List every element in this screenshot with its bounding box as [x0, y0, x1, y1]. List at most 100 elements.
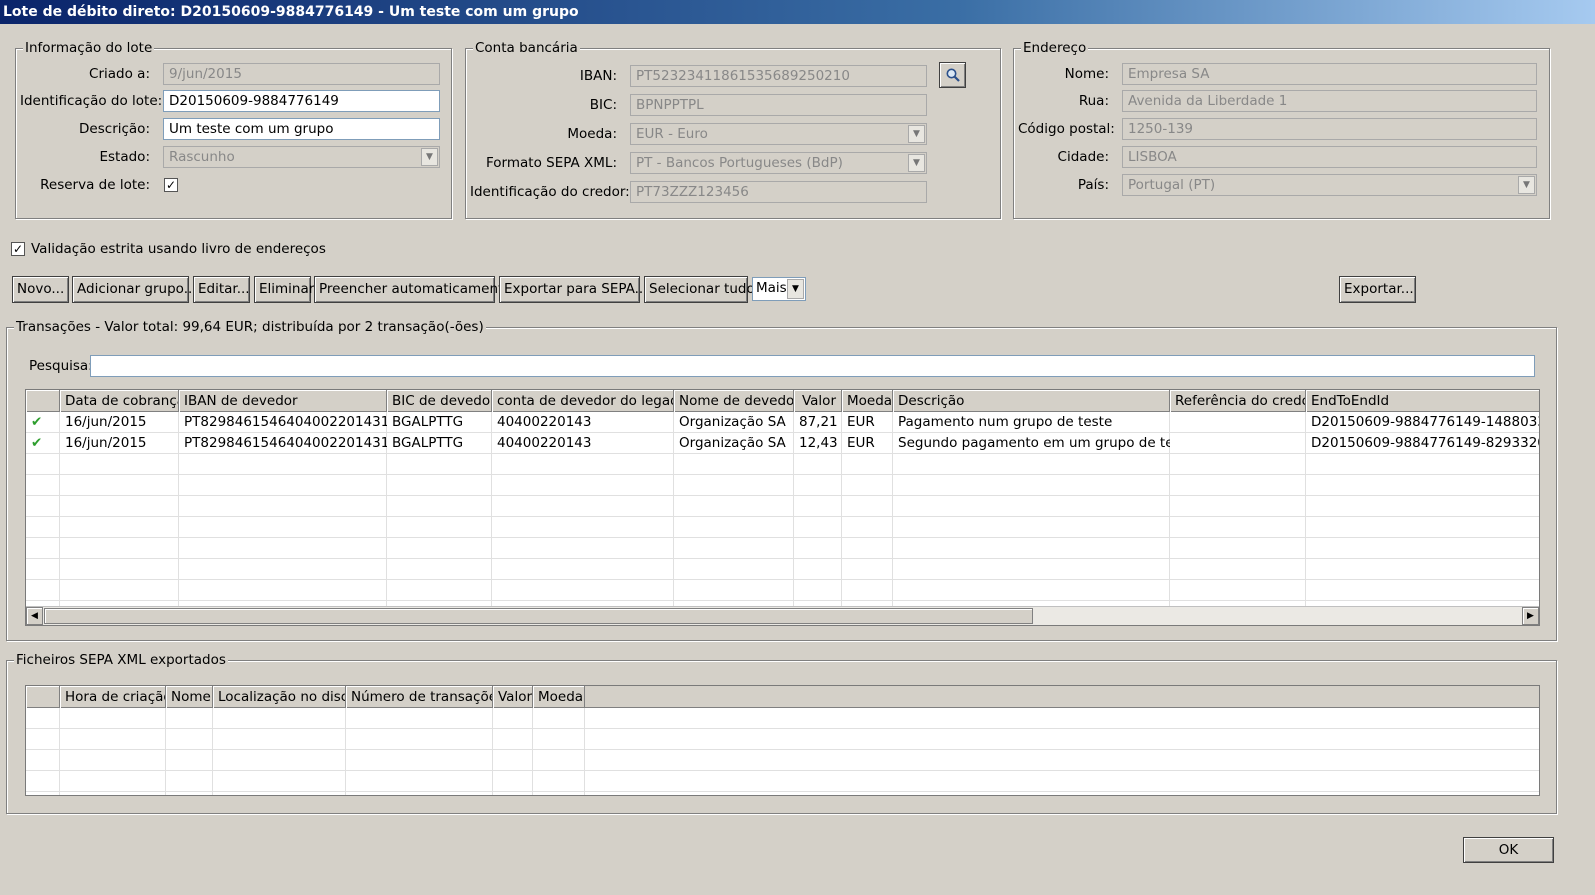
strict-validation-checkbox[interactable]: ✓ — [11, 242, 25, 256]
street-field: Avenida da Liberdade 1 — [1122, 90, 1537, 112]
row-description: Pagamento num grupo de teste — [898, 414, 1113, 430]
col-transaction-count[interactable]: Número de transações — [346, 686, 493, 708]
window-title: Lote de débito direto: D20150609-9884776… — [0, 0, 1595, 24]
row-value: 87,21 — [799, 414, 838, 430]
iban-field: PT52323411861535689250210 — [630, 65, 927, 87]
row-date: 16/jun/2015 — [65, 435, 147, 451]
postal-code-field: 1250-139 — [1122, 118, 1537, 140]
city-field: LISBOA — [1122, 146, 1537, 168]
country-select: Portugal (PT) ▼ — [1122, 174, 1537, 196]
col-value[interactable]: Valor — [794, 390, 842, 412]
transactions-table: Data de cobrança IBAN de devedor BIC de … — [25, 389, 1540, 626]
strict-validation-label: Validação estrita usando livro de endere… — [31, 241, 326, 257]
autofill-button[interactable]: Preencher automaticamente — [314, 276, 512, 303]
batch-info-legend: Informação do lote — [23, 40, 155, 56]
table-row[interactable]: check-icon✔ 16/jun/2015 PT82984615464040… — [26, 412, 1539, 433]
col-name[interactable]: Nome — [166, 686, 213, 708]
row-name: Organização SA — [679, 435, 786, 451]
transactions-header: Data de cobrança IBAN de devedor BIC de … — [26, 390, 1539, 412]
created-field: 9/jun/2015 — [163, 63, 440, 85]
search-label: Pesquisa: — [29, 358, 93, 374]
row-bic: BGALPTTG — [392, 435, 464, 451]
chevron-down-icon: ▼ — [421, 148, 438, 166]
row-bic: BGALPTTG — [392, 414, 464, 430]
exported-files-table: Hora de criação Nome Localização no disc… — [25, 685, 1540, 796]
sepa-format-select: PT - Bancos Portugueses (BdP) ▼ — [630, 152, 927, 174]
checkmark-icon: ✓ — [165, 178, 177, 192]
col-currency[interactable]: Moeda — [533, 686, 585, 708]
horizontal-scrollbar[interactable]: ◀ ▶ — [26, 606, 1539, 625]
edit-button[interactable]: Editar... — [193, 276, 250, 303]
col-status[interactable] — [26, 686, 60, 708]
export-button[interactable]: Exportar... — [1339, 276, 1416, 303]
col-status[interactable] — [26, 390, 60, 412]
more-dropdown[interactable]: Mais ▼ — [752, 277, 806, 301]
bic-label: BIC: — [589, 97, 617, 113]
postal-code-label: Código postal: — [1018, 121, 1115, 137]
bic-field: BPNPPTPL — [630, 94, 927, 116]
chevron-down-icon: ▼ — [908, 154, 925, 172]
bank-account-legend: Conta bancária — [473, 40, 580, 56]
scroll-right-icon[interactable]: ▶ — [1522, 607, 1539, 625]
currency-value: EUR - Euro — [636, 126, 708, 142]
iban-label: IBAN: — [579, 68, 617, 84]
col-debtor-iban[interactable]: IBAN de devedor — [179, 390, 387, 412]
currency-select: EUR - Euro ▼ — [630, 123, 927, 145]
search-input[interactable] — [90, 355, 1535, 377]
created-label: Criado a: — [89, 66, 150, 82]
row-e2e: D20150609-9884776149-829332063 — [1311, 435, 1540, 451]
delete-button[interactable]: Eliminar — [254, 276, 314, 303]
row-date: 16/jun/2015 — [65, 414, 147, 430]
ok-button[interactable]: OK — [1463, 837, 1554, 863]
scroll-thumb[interactable] — [44, 608, 1033, 624]
scroll-left-icon[interactable]: ◀ — [26, 607, 43, 625]
batch-id-field[interactable]: D20150609-9884776149 — [163, 90, 440, 112]
reserve-label: Reserva de lote: — [40, 177, 150, 193]
address-legend: Endereço — [1021, 40, 1089, 56]
table-row[interactable]: check-icon✔ 16/jun/2015 PT82984615464040… — [26, 433, 1539, 454]
check-icon: check-icon✔ — [31, 414, 43, 430]
name-field: Empresa SA — [1122, 63, 1537, 85]
state-select: Rascunho ▼ — [163, 146, 440, 168]
select-all-button[interactable]: Selecionar tudo — [644, 276, 755, 303]
col-debtor-bic[interactable]: BIC de devedor — [387, 390, 492, 412]
chevron-down-icon: ▼ — [908, 125, 925, 143]
col-description[interactable]: Descrição — [893, 390, 1170, 412]
row-currency: EUR — [847, 435, 875, 451]
creditor-id-field: PT73ZZZ123456 — [630, 181, 927, 203]
col-end-to-end-id[interactable]: EndToEndId — [1306, 390, 1539, 412]
row-ref — [1170, 412, 1306, 432]
creditor-id-label: Identificação do credor: — [470, 184, 630, 200]
check-icon: check-icon✔ — [31, 435, 43, 451]
add-group-button[interactable]: Adicionar grupo... — [72, 276, 197, 303]
reserve-checkbox[interactable]: ✓ — [164, 178, 178, 192]
more-value: Mais — [756, 280, 787, 296]
col-currency[interactable]: Moeda — [842, 390, 893, 412]
col-disk-location[interactable]: Localização no disco — [213, 686, 346, 708]
col-collection-date[interactable]: Data de cobrança — [60, 390, 179, 412]
row-iban: PT82984615464040022014317 — [184, 414, 387, 430]
col-debtor-name[interactable]: Nome de devedor — [674, 390, 794, 412]
new-button[interactable]: Novo... — [12, 276, 69, 303]
col-value[interactable]: Valor — [493, 686, 533, 708]
export-sepa-button[interactable]: Exportar para SEPA... — [499, 276, 648, 303]
chevron-down-icon: ▼ — [787, 279, 804, 299]
country-value: Portugal (PT) — [1128, 177, 1216, 193]
col-legacy-account[interactable]: conta de devedor do legado — [492, 390, 674, 412]
checkmark-icon: ✓ — [12, 242, 24, 256]
row-legacy: 40400220143 — [497, 435, 592, 451]
exported-files-header: Hora de criação Nome Localização no disc… — [26, 686, 1539, 708]
description-field[interactable]: Um teste com um grupo — [163, 118, 440, 140]
row-ref — [1170, 433, 1306, 453]
sepa-format-label: Formato SEPA XML: — [486, 155, 617, 171]
col-creation-time[interactable]: Hora de criação — [60, 686, 166, 708]
search-icon — [946, 68, 960, 82]
col-creditor-ref[interactable]: Referência do credor — [1170, 390, 1306, 412]
name-label: Nome: — [1064, 66, 1109, 82]
iban-search-button[interactable] — [939, 62, 966, 88]
batch-id-label: Identificação do lote: — [20, 93, 163, 109]
row-iban: PT82984615464040022014317 — [184, 435, 387, 451]
row-name: Organização SA — [679, 414, 786, 430]
chevron-down-icon: ▼ — [1518, 176, 1535, 194]
row-e2e: D20150609-9884776149-148803333 — [1311, 414, 1540, 430]
